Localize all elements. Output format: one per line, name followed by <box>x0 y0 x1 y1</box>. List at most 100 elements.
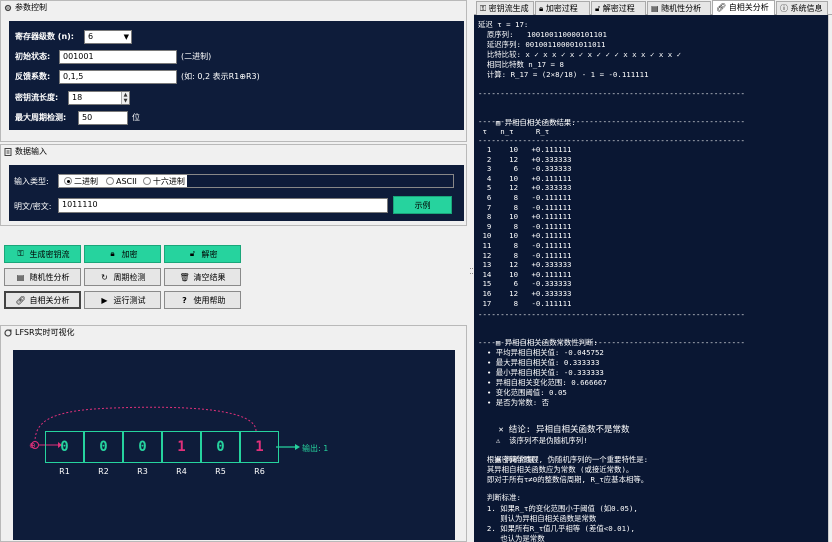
trash-icon: 🗑︎ <box>179 272 190 282</box>
input-type-row-fill <box>186 175 453 187</box>
radio-binary[interactable]: 二进制 <box>64 176 98 187</box>
radio-ascii-dot[interactable] <box>106 177 114 185</box>
spin-arrows-icon[interactable]: ▲ ▼ <box>121 92 129 104</box>
row-tau: 1 <box>482 145 492 154</box>
viz-group-title: LFSR实时可视化 <box>4 327 75 339</box>
row-n: 8 <box>509 298 519 308</box>
tab-encrypt[interactable]: 🔒︎ 加密过程 <box>535 1 590 15</box>
splitter-grip[interactable] <box>470 268 473 274</box>
basis-line: 则认为异相自相关函数是常数 <box>478 514 597 523</box>
table-row: 17 8 -0.111111 <box>478 299 571 309</box>
input-group-title: 数据输入 <box>4 146 47 158</box>
table-row: 10 10 +0.111111 <box>478 231 571 241</box>
text-input[interactable]: 1011110 <box>58 198 388 213</box>
tab-decrypt[interactable]: 🔓︎ 解密过程 <box>591 1 646 15</box>
console-line: 延迟序列: 001001100001011011 <box>478 40 606 49</box>
row-r: +0.111111 <box>531 231 572 241</box>
viz-title: LFSR实时可视化 <box>15 328 75 337</box>
row-r: +0.333333 <box>531 289 572 298</box>
row-tau: 11 <box>482 241 492 250</box>
tab-decrypt-label: 解密过程 <box>602 4 635 13</box>
warning-icon: ⚠ <box>495 435 501 445</box>
analysis-title: ▤ 异相自相关函数常数性判断: <box>478 328 598 347</box>
tab-autocorrelation[interactable]: 🔗︎ 自相关分析 <box>712 0 775 15</box>
row-r: +0.333333 <box>531 183 572 193</box>
input-title: 数据输入 <box>15 147 47 156</box>
init-state-hint: (二进制) <box>181 52 212 61</box>
row-tau: 8 <box>482 212 492 222</box>
row-tau: 15 <box>482 279 492 289</box>
keylen-spinbox[interactable]: 18 ▲ ▼ <box>68 91 130 105</box>
run-test-button[interactable]: ▶ 运行测试 <box>84 291 161 309</box>
console-scrollbar[interactable] <box>828 15 832 542</box>
table-row: 7 8 -0.111111 <box>478 202 572 213</box>
link-icon: 🔗︎ <box>15 295 26 305</box>
unlock-icon: 🔓︎ <box>595 4 601 13</box>
table-row: 6 8 -0.111111 <box>478 193 572 203</box>
clear-results-label: 清空结果 <box>193 272 226 282</box>
row-n: 10 <box>509 173 519 183</box>
radio-ascii[interactable]: ASCII <box>106 177 137 186</box>
maxperiod-input[interactable]: 50 <box>78 111 128 125</box>
params-title: 参数控制 <box>15 3 47 12</box>
chevron-down-icon[interactable]: ▼ <box>124 31 129 43</box>
lfsr-label-r5: R5 <box>215 467 226 476</box>
basis-title: ▤ 判断依据: <box>478 445 539 464</box>
row-n: 8 <box>509 202 519 212</box>
table-row: 15 6 -0.333333 <box>478 279 571 289</box>
row-tau: 9 <box>482 221 492 231</box>
key-icon: ⚿ <box>17 249 24 258</box>
table-row: 11 8 -0.111111 <box>478 241 571 251</box>
warning-line: ⚠ 该序列不是伪随机序列! <box>478 426 588 445</box>
radio-hex-label: 十六进制 <box>152 176 185 186</box>
degree-select[interactable]: 6 ▼ <box>84 30 132 44</box>
keylen-value: 18 <box>72 93 83 102</box>
console-line: 计算: R_17 = (2×8/18) - 1 = -0.111111 <box>478 70 649 79</box>
radio-hex-dot[interactable] <box>142 177 151 185</box>
randomness-analysis-button[interactable]: ▤ 随机性分析 <box>4 268 81 286</box>
table-row: 13 12 +0.333333 <box>478 260 571 270</box>
lfsr-cell-r6: 1 <box>240 431 279 463</box>
text-input-label: 明文/密文: <box>14 202 52 211</box>
table-row: 16 12 +0.333333 <box>478 289 571 299</box>
help-button[interactable]: ? 使用帮助 <box>164 291 241 309</box>
tab-system-info[interactable]: ⓘ 系统信息 <box>776 1 828 15</box>
row-n: 8 <box>509 193 519 202</box>
autocorrelation-button[interactable]: 🔗︎ 自相关分析 <box>4 291 81 309</box>
feedback-input[interactable]: 0,1,5 <box>59 70 177 84</box>
row-tau: 5 <box>482 183 492 193</box>
period-detect-button[interactable]: ↻ 周期检测 <box>84 268 161 286</box>
divider: ----------------------------------------… <box>478 89 745 98</box>
question-icon: ? <box>182 295 187 305</box>
autocorrelation-output[interactable]: 延迟 τ = 17: 原序列: 100100110000101101 延迟序列:… <box>474 15 828 542</box>
basis-line: 也认为是常数 <box>478 534 545 542</box>
decrypt-button[interactable]: 🔓︎ 解密 <box>164 245 241 263</box>
encrypt-label: 加密 <box>121 249 138 259</box>
lfsr-cell-r4: 1 <box>162 431 201 463</box>
init-state-input[interactable]: 001001 <box>59 50 177 64</box>
row-r: -0.111111 <box>531 202 572 212</box>
encrypt-button[interactable]: 🔒︎ 加密 <box>84 245 161 263</box>
gear-icon <box>4 4 12 12</box>
tab-encrypt-label: 加密过程 <box>545 4 578 13</box>
radio-binary-dot[interactable] <box>64 177 72 185</box>
help-label: 使用帮助 <box>193 295 226 305</box>
table-row: 8 10 +0.111111 <box>478 212 572 222</box>
tab-keystream[interactable]: ⚿ 密钥流生成 <box>476 1 534 15</box>
example-button[interactable]: 示例 <box>393 196 452 214</box>
console-line: 延迟 τ = 17: <box>478 20 529 29</box>
basis-line: 根据密码学原理, 伪随机序列的一个重要特性是: <box>478 455 649 464</box>
row-n: 10 <box>509 145 519 154</box>
output-label: 输出: 1 <box>302 444 329 453</box>
row-n: 8 <box>509 221 519 231</box>
unlock-icon: 🔓︎ <box>189 249 196 258</box>
params-group-title: 参数控制 <box>4 2 47 14</box>
row-tau: 4 <box>482 173 492 183</box>
clear-results-button[interactable]: 🗑︎ 清空结果 <box>164 268 241 286</box>
generate-keystream-button[interactable]: ⚿ 生成密钥流 <box>4 245 81 263</box>
decrypt-label: 解密 <box>201 249 218 259</box>
radio-hex[interactable]: 十六进制 <box>142 176 185 187</box>
tab-randomness[interactable]: ▤ 随机性分析 <box>647 1 711 15</box>
row-tau: 6 <box>482 193 492 202</box>
row-tau: 14 <box>482 269 492 279</box>
